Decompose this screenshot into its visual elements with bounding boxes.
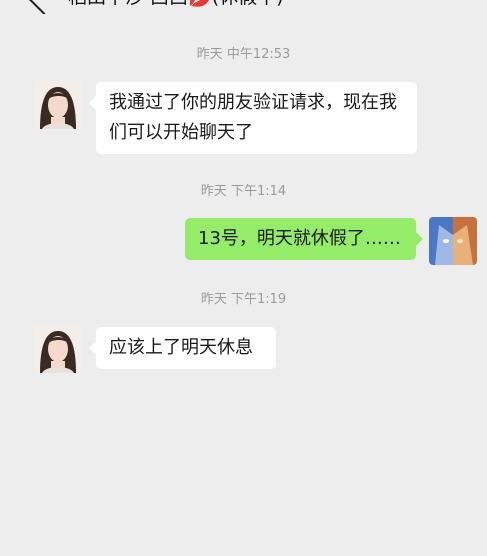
contact-avatar-image: [34, 325, 82, 373]
timestamp: 昨天 下午1:14: [200, 184, 287, 199]
avatar-self[interactable]: [429, 217, 477, 265]
more-icon[interactable]: ···: [447, 0, 471, 10]
message-bubble-received[interactable]: 我通过了你的朋友验证请求，现在我们可以开始聊天了: [89, 82, 417, 154]
avatar-contact[interactable]: [34, 325, 82, 373]
chat-title[interactable]: 稻田下沙·西西💋(休假中): [68, 0, 284, 10]
avatar-contact[interactable]: [34, 81, 82, 129]
message-bubble-received[interactable]: 应该上了明天休息: [89, 327, 276, 369]
message-bubble-sent[interactable]: 13号，明天就休假了……: [185, 218, 423, 260]
chat-header: 稻田下沙·西西💋(休假中) ···: [0, 0, 487, 14]
timestamp: 昨天 下午1:19: [200, 292, 287, 307]
contact-avatar-image: [34, 81, 82, 129]
chevron-left-icon[interactable]: [27, 0, 61, 14]
self-avatar-image: [429, 217, 477, 265]
timestamp: 昨天 中午12:53: [196, 47, 291, 62]
